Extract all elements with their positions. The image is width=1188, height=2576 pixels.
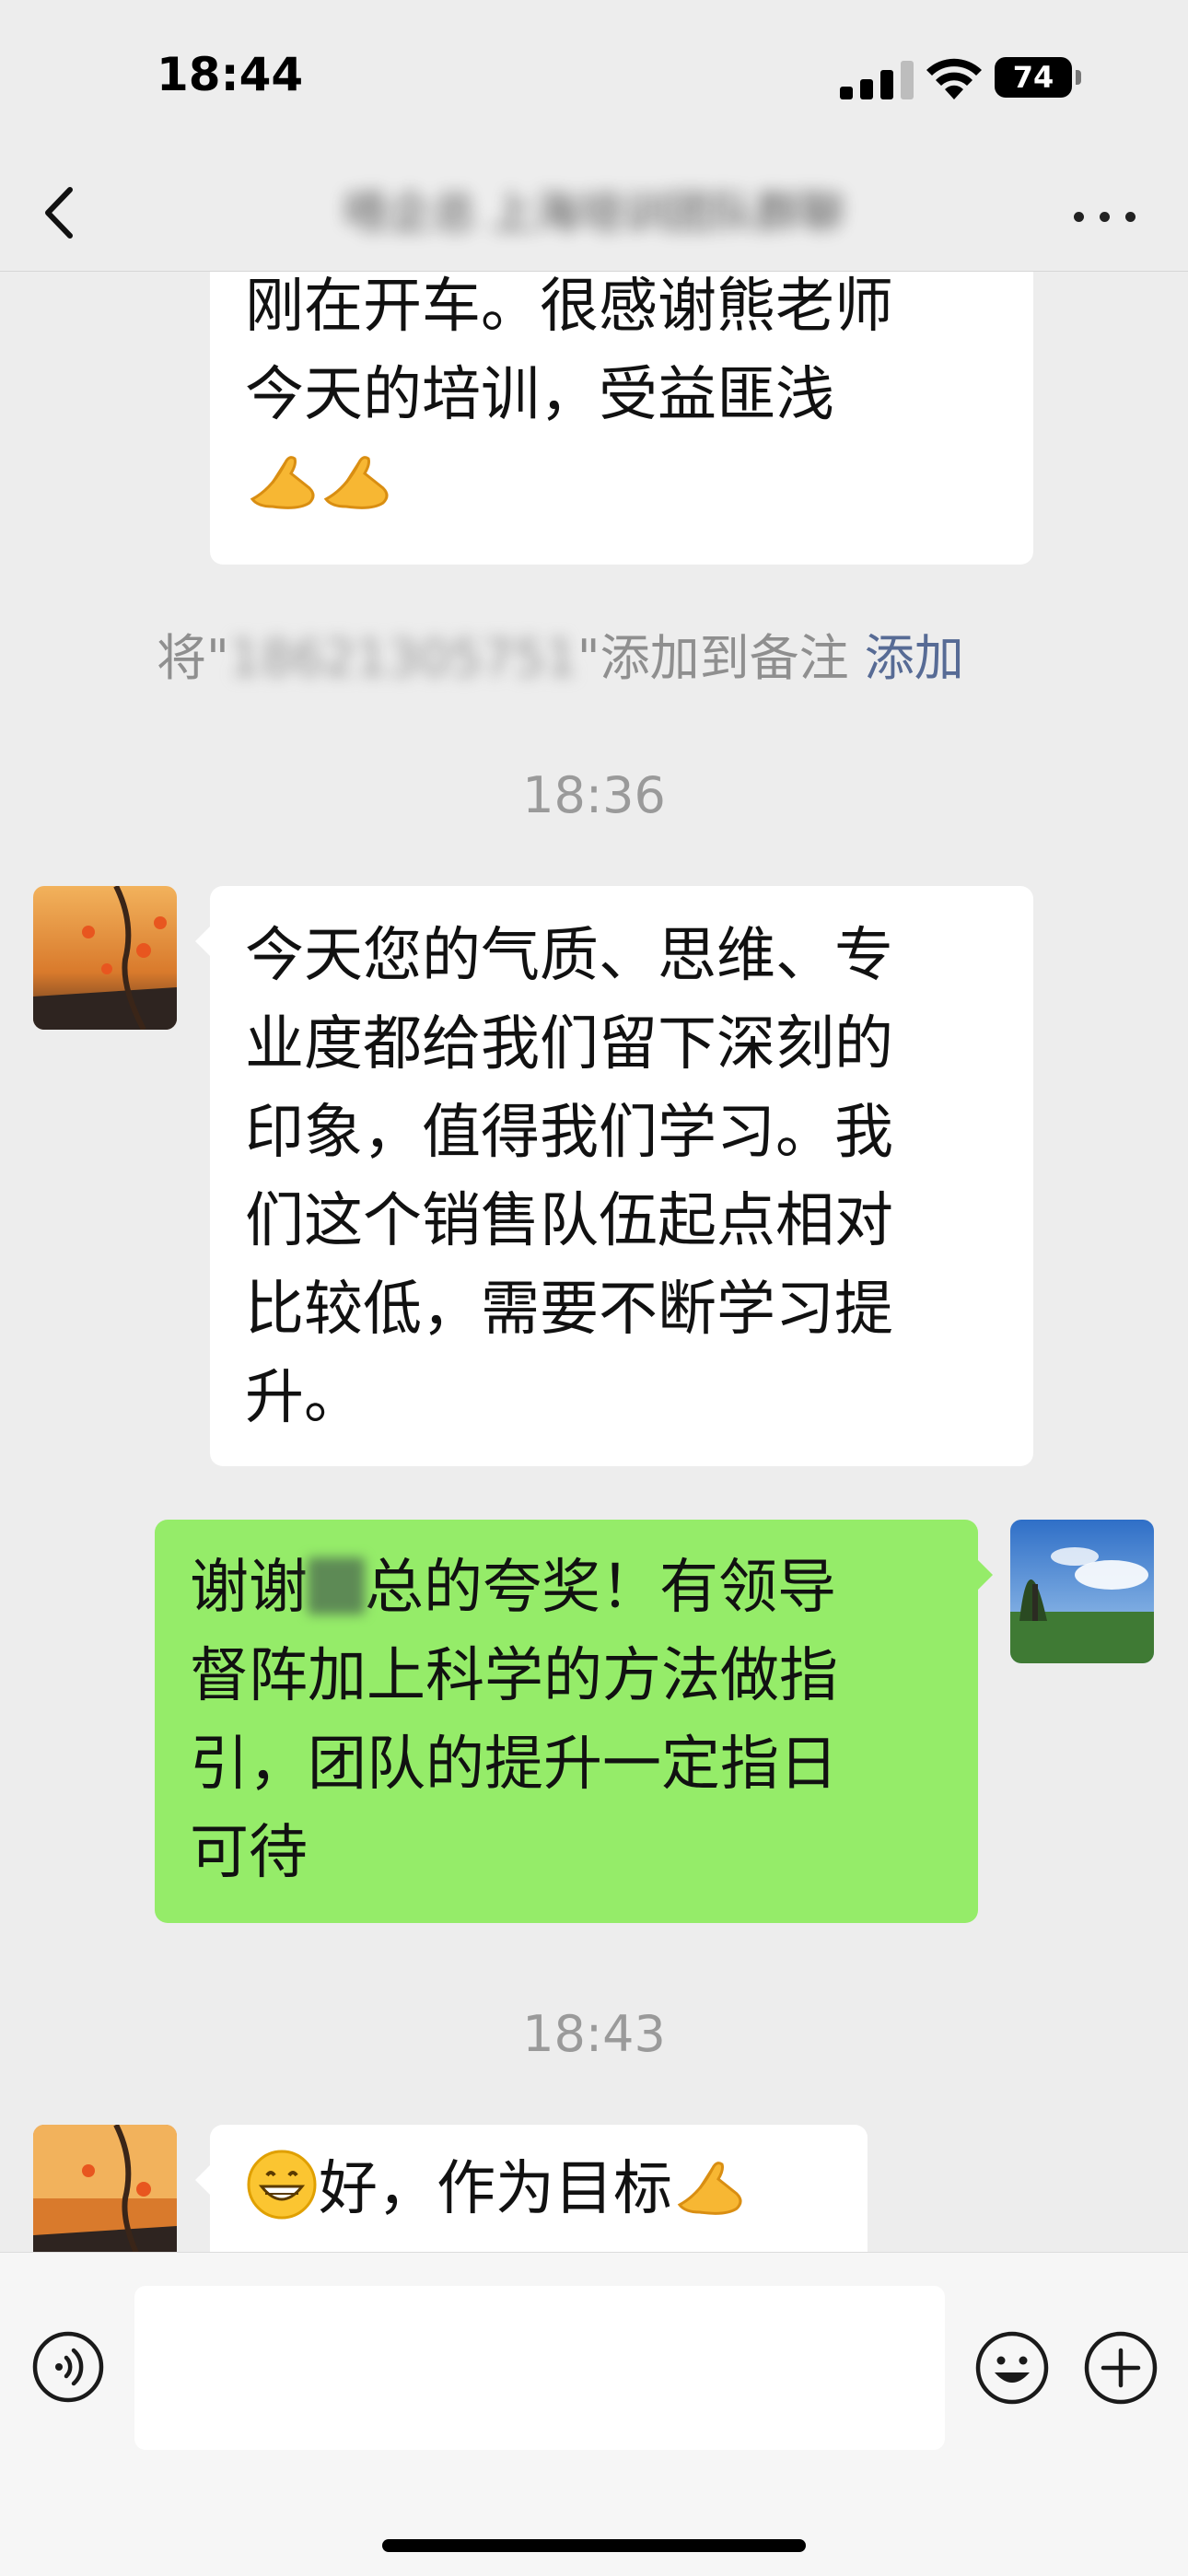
status-time: 18:44 <box>157 48 304 101</box>
wifi-icon <box>926 58 982 99</box>
chevron-left-icon[interactable] <box>35 179 90 247</box>
add-remark-hint: 将"18621305751"添加到备注 添加 <box>157 629 964 687</box>
message-text: 督阵加上科学的方法做指 <box>190 1642 838 1710</box>
battery-icon: 74 <box>995 57 1083 98</box>
home-indicator[interactable] <box>382 2539 806 2552</box>
message-text: 印象，值得我们学习。我 <box>245 1099 893 1167</box>
input-toolbar <box>0 2252 1188 2576</box>
message-bubble-received[interactable]: 今天您的气质、思维、专 业度都给我们留下深刻的 印象，值得我们学习。我 们这个销… <box>195 886 1033 1466</box>
chat-header: 唔企总 上海培训团队群聊 <box>0 157 1188 272</box>
battery-level: 74 <box>1012 60 1054 95</box>
message-bubble-received[interactable]: 好，作为目标 <box>195 2125 868 2252</box>
voice-icon[interactable] <box>31 2330 105 2404</box>
avatar-self[interactable] <box>1010 1520 1154 1663</box>
grinning-face-emoji <box>247 2150 317 2220</box>
message-text: 业度都给我们留下深刻的 <box>245 1010 893 1078</box>
add-remark-link[interactable]: 添加 <box>865 629 964 687</box>
message-text: 引，团队的提升一定指日 <box>190 1731 838 1799</box>
avatar[interactable] <box>33 2125 177 2252</box>
clasped-hands-emoji <box>250 456 315 509</box>
message-list[interactable]: 刚在开车。很感谢熊老师 今天的培训，受益匪浅 将"18621305751"添加到… <box>0 272 1188 2252</box>
message-text: 谢谢 总的夸奖！有领导 <box>190 1554 836 1622</box>
message-text: 们这个销售队伍起点相对 <box>245 1187 893 1255</box>
cellular-signal-icon <box>840 61 914 99</box>
timestamp: 18:43 <box>522 2005 666 2063</box>
message-text: 刚在开车。很感谢熊老师 <box>245 273 893 341</box>
message-bubble-sent[interactable]: 谢谢 总的夸奖！有领导 督阵加上科学的方法做指 引，团队的提升一定指日 可待 <box>155 1520 993 1923</box>
message-text: 今天的培训，受益匪浅 <box>245 361 834 429</box>
status-bar: 18:44 74 <box>0 0 1188 157</box>
blurred-phone-number: 18621305751 <box>228 629 577 687</box>
message-text: 今天您的气质、思维、专 <box>245 922 893 990</box>
message-text: 好，作为目标 <box>245 2145 833 2233</box>
clap-emoji-row <box>245 439 998 528</box>
blurred-name <box>308 1557 365 1614</box>
message-text: 比较低，需要不断学习提 <box>245 1276 893 1344</box>
plus-circle-icon[interactable] <box>1083 2330 1159 2406</box>
message-bubble-received[interactable]: 刚在开车。很感谢熊老师 今天的培训，受益匪浅 <box>210 272 1033 565</box>
chat-title: 唔企总 上海培训团队群聊 <box>344 187 844 239</box>
message-input[interactable] <box>134 2286 945 2450</box>
timestamp: 18:36 <box>522 766 666 824</box>
message-text: 可待 <box>190 1819 308 1887</box>
avatar[interactable] <box>33 886 177 1030</box>
clasped-hands-emoji <box>677 2162 742 2215</box>
more-dots-icon[interactable] <box>1068 192 1142 238</box>
message-text: 升。 <box>245 1364 363 1432</box>
clasped-hands-emoji <box>323 456 389 509</box>
smile-icon[interactable] <box>974 2330 1050 2406</box>
